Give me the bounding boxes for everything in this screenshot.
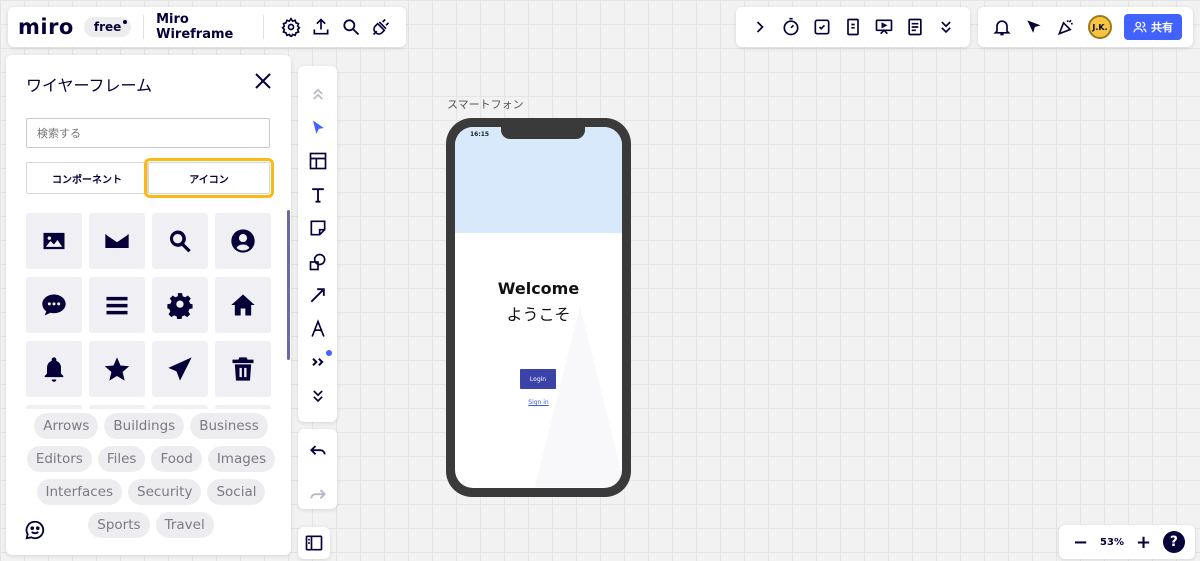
share-button[interactable]: 共有 [1124, 14, 1182, 40]
phone-screen: 16:15 Welcome ようこそ Login Sign in [455, 127, 622, 488]
plugin-icon[interactable] [371, 16, 391, 38]
template-icon[interactable] [306, 149, 330, 173]
login-button[interactable]: Login [520, 369, 556, 389]
header-image-placeholder[interactable] [455, 127, 622, 233]
category-chip-business[interactable]: Business [190, 413, 268, 439]
line-arrow-icon[interactable] [306, 283, 330, 307]
tab-components[interactable]: コンポーネント [26, 162, 148, 194]
redo-icon[interactable] [306, 485, 330, 505]
panel-scrollbar[interactable] [287, 210, 290, 360]
status-time: 16:15 [470, 131, 490, 138]
chat-icon[interactable] [26, 277, 82, 333]
user-icon[interactable] [215, 213, 271, 269]
icon-tile[interactable] [26, 405, 82, 409]
board-header: miro free Miro Wireframe [8, 7, 406, 47]
more-tools-icon[interactable] [306, 350, 332, 374]
sticky-note-icon[interactable] [306, 216, 330, 240]
plan-badge[interactable]: free [83, 17, 132, 37]
category-chip-arrows[interactable]: Arrows [34, 413, 99, 439]
voting-icon[interactable] [811, 16, 832, 38]
star-icon[interactable] [89, 341, 145, 397]
new-indicator [325, 350, 332, 356]
category-chip-security[interactable]: Security [128, 479, 202, 505]
pen-icon[interactable] [306, 317, 330, 341]
select-icon[interactable] [306, 116, 330, 140]
image-icon[interactable] [26, 213, 82, 269]
card-icon[interactable] [842, 16, 863, 38]
zoom-out-button[interactable]: − [1073, 532, 1088, 553]
feedback-smiley-icon[interactable] [24, 519, 46, 541]
mail-icon[interactable] [89, 213, 145, 269]
expand-down-icon[interactable] [306, 384, 330, 408]
trash-icon[interactable] [215, 341, 271, 397]
expand-arrow-icon[interactable] [749, 16, 770, 38]
zoom-level[interactable]: 53% [1100, 537, 1124, 548]
icon-tile[interactable] [89, 405, 145, 409]
present-icon[interactable] [874, 16, 895, 38]
home-icon[interactable] [215, 277, 271, 333]
sign-in-link[interactable]: Sign in [455, 399, 622, 406]
notes-icon[interactable] [905, 16, 926, 38]
category-chip-travel[interactable]: Travel [155, 512, 214, 538]
search-icon[interactable] [152, 213, 208, 269]
zoom-in-button[interactable]: + [1136, 532, 1151, 553]
share-label: 共有 [1151, 21, 1173, 34]
sidebar-toggle-icon[interactable] [298, 527, 330, 559]
smartphone-frame[interactable]: 16:15 Welcome ようこそ Login Sign in [446, 118, 631, 497]
category-chip-editors[interactable]: Editors [26, 446, 92, 472]
category-chip-social[interactable]: Social [207, 479, 266, 505]
category-chip-buildings[interactable]: Buildings [104, 413, 185, 439]
category-chips: Arrows Buildings Business Editors Files … [26, 413, 276, 538]
icon-grid [26, 213, 276, 409]
user-avatar[interactable]: J.K. [1088, 15, 1112, 39]
cursor-icon[interactable] [1023, 16, 1045, 38]
category-chip-sports[interactable]: Sports [88, 512, 150, 538]
divider [143, 15, 145, 39]
collapse-up-icon[interactable] [306, 82, 330, 106]
more-chevron-icon[interactable] [936, 16, 957, 38]
wireframe-library-panel: ワイヤーフレーム コンポーネント アイコン Arrows Buildings B… [6, 55, 291, 555]
divider [263, 15, 264, 39]
menu-icon[interactable] [89, 277, 145, 333]
frame-label[interactable]: スマートフォン [447, 96, 524, 112]
history-toolbar [298, 429, 337, 509]
help-button[interactable]: ? [1162, 531, 1185, 553]
tab-icons[interactable]: アイコン [144, 158, 274, 198]
users-icon [1133, 21, 1147, 33]
category-chip-interfaces[interactable]: Interfaces [36, 479, 122, 505]
gear-icon[interactable] [152, 277, 208, 333]
settings-icon[interactable] [281, 16, 301, 38]
text-icon[interactable] [306, 183, 330, 207]
icon-tile[interactable] [152, 405, 208, 409]
category-chip-food[interactable]: Food [151, 446, 202, 472]
timer-icon[interactable] [780, 16, 801, 38]
panel-title: ワイヤーフレーム [26, 76, 153, 95]
icon-tile[interactable] [215, 405, 271, 409]
miro-logo[interactable]: miro [18, 15, 74, 39]
shapes-icon[interactable] [306, 250, 330, 274]
background-shape [535, 307, 622, 487]
undo-icon[interactable] [306, 441, 330, 461]
bell-icon[interactable] [991, 16, 1013, 38]
upload-icon[interactable] [311, 16, 331, 38]
category-chip-images[interactable]: Images [207, 446, 276, 472]
welcome-heading[interactable]: Welcome [455, 279, 622, 298]
send-icon[interactable] [152, 341, 208, 397]
celebrate-icon[interactable] [1055, 16, 1077, 38]
phone-notch [501, 127, 585, 139]
creation-toolbar [298, 66, 337, 422]
close-icon[interactable] [251, 69, 275, 93]
zoom-controls: − 53% + ? [1059, 525, 1195, 559]
collaboration-toolbar [736, 7, 970, 47]
welcome-subheading[interactable]: ようこそ [455, 301, 622, 325]
board-name[interactable]: Miro Wireframe [156, 12, 251, 42]
search-icon[interactable] [341, 16, 361, 38]
category-chip-files[interactable]: Files [97, 446, 146, 472]
user-toolbar: J.K. 共有 [978, 7, 1193, 47]
bell-icon[interactable] [26, 341, 82, 397]
plan-badge-label: free [93, 20, 122, 34]
search-input[interactable] [26, 118, 270, 148]
